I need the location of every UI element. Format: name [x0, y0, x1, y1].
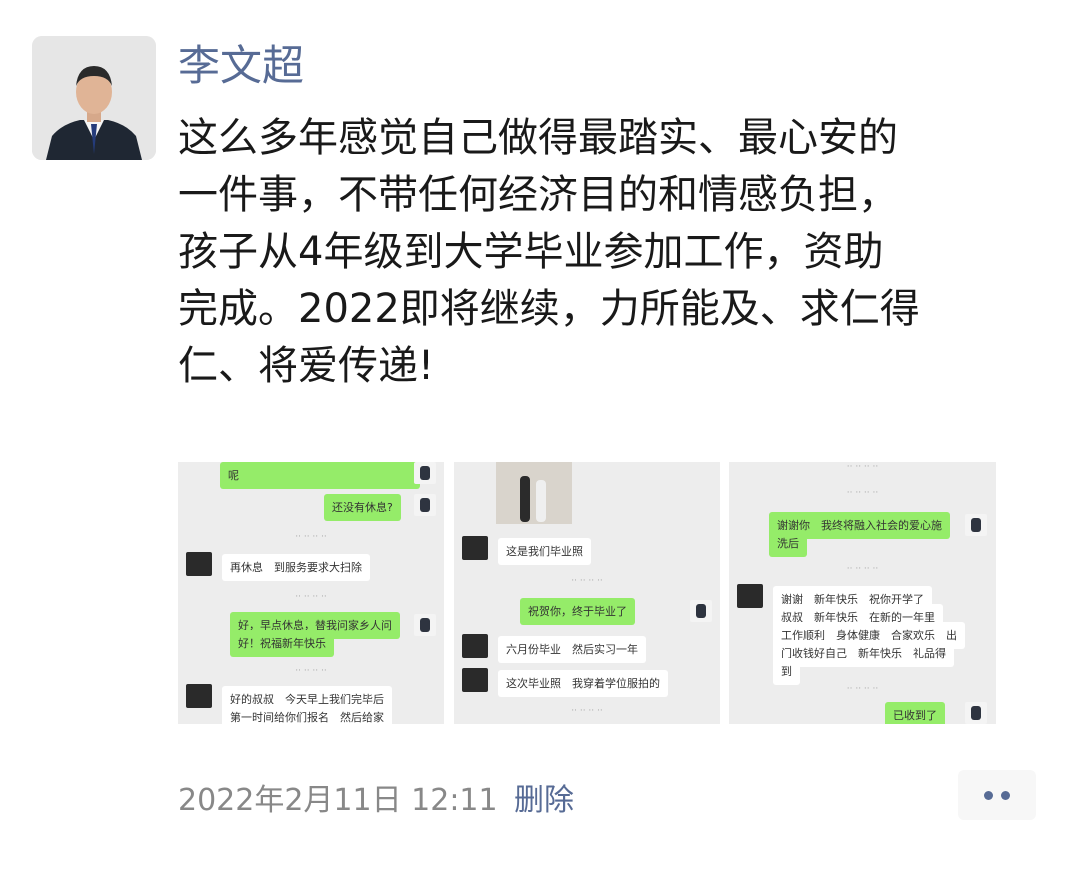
chat-screenshot-thumbnail[interactable]: 呢 还没有休息? ·· ·· ·· ·· 再休息 到服务要求大扫除 ·· ·· …	[178, 462, 444, 724]
moments-post: 李文超 这么多年感觉自己做得最踏实、最心安的 一件事，不带任何经济目的和情感负担…	[0, 0, 1070, 870]
chat-screenshot-thumbnail[interactable]: ·· ·· ·· ·· ·· ·· ·· ·· 谢谢你 我终将融入社会的爱心施 …	[729, 462, 996, 724]
chat-timestamp: ·· ·· ·· ··	[295, 532, 327, 542]
chat-bubble: 再休息 到服务要求大扫除	[222, 554, 370, 581]
chat-timestamp: ·· ·· ·· ··	[846, 462, 879, 472]
chat-screenshot-thumbnail[interactable]: 这是我们毕业照 ·· ·· ·· ·· 祝贺你，终于毕业了 六月份毕业 然后实习…	[454, 462, 720, 724]
chat-bubble: 到	[773, 658, 800, 685]
post-timestamp: 2022年2月11日 12:11	[178, 783, 498, 818]
chat-avatar	[414, 462, 436, 484]
post-text-line: 这么多年感觉自己做得最踏实、最心安的	[178, 115, 898, 161]
delete-button[interactable]: 删除	[514, 778, 574, 824]
chat-bubble: 这次毕业照 我穿着学位服拍的	[498, 670, 668, 697]
chat-bubble: 门收钱好自己 新年快乐 礼品得	[773, 640, 954, 667]
chat-avatar	[965, 702, 987, 724]
post-text-line: 一件事，不带任何经济目的和情感负担，	[178, 172, 898, 218]
image-grid: 呢 还没有休息? ·· ·· ·· ·· 再休息 到服务要求大扫除 ·· ·· …	[178, 462, 996, 724]
chat-timestamp: ·· ·· ·· ··	[846, 488, 879, 498]
chat-avatar	[462, 536, 488, 560]
avatar[interactable]	[32, 36, 156, 160]
chat-avatar	[737, 584, 763, 608]
chat-timestamp: ·· ·· ·· ··	[846, 564, 879, 574]
post-text-line: 孩子从4年级到大学毕业参加工作，资助	[178, 229, 884, 275]
avatar-portrait-icon	[32, 36, 156, 160]
chat-avatar	[414, 494, 436, 516]
chat-avatar	[462, 634, 488, 658]
chat-bubble: 已收到了	[885, 702, 945, 724]
chat-bubble: 还没有休息?	[324, 494, 401, 521]
more-options-button[interactable]	[958, 770, 1036, 820]
chat-avatar	[462, 668, 488, 692]
chat-avatar	[414, 614, 436, 636]
chat-bubble: 洗后	[769, 530, 807, 557]
chat-timestamp: ·· ·· ·· ··	[571, 706, 603, 716]
chat-avatar	[186, 684, 212, 708]
chat-avatar	[186, 552, 212, 576]
chat-bubble: 呢	[220, 462, 420, 489]
chat-timestamp: ·· ·· ·· ··	[295, 592, 327, 602]
chat-timestamp: ·· ·· ·· ··	[846, 684, 879, 694]
chat-avatar	[965, 514, 987, 536]
post-text-line: 仁、将爱传递!	[178, 343, 435, 389]
chat-bubble: 好！祝福新年快乐	[230, 630, 334, 657]
author-name[interactable]: 李文超	[178, 36, 304, 96]
graduation-photo	[496, 462, 572, 524]
chat-bubble: 祝贺你，终于毕业了	[520, 598, 635, 625]
more-options-icon	[1001, 791, 1010, 800]
more-options-icon	[984, 791, 993, 800]
chat-bubble: 第一时间给你们报名 然后给家	[222, 704, 392, 724]
chat-bubble: 这是我们毕业照	[498, 538, 591, 565]
chat-timestamp: ·· ·· ·· ··	[295, 666, 327, 676]
chat-timestamp: ·· ·· ·· ··	[571, 576, 603, 586]
chat-bubble: 六月份毕业 然后实习一年	[498, 636, 646, 663]
post-text: 这么多年感觉自己做得最踏实、最心安的 一件事，不带任何经济目的和情感负担， 孩子…	[178, 110, 1038, 395]
chat-avatar	[690, 600, 712, 622]
post-text-line: 完成。2022即将继续，力所能及、求仁得	[178, 286, 920, 332]
